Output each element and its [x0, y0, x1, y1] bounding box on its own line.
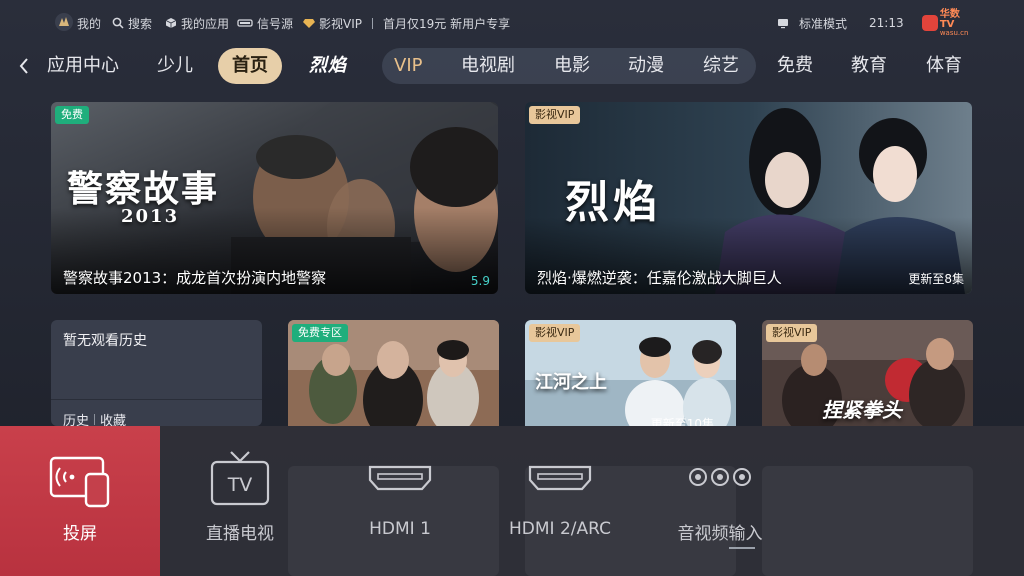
nav-item-sports[interactable]: 体育 — [926, 48, 962, 84]
police-story-year-art: 2013 — [121, 206, 180, 227]
nav-item-app-center[interactable]: 应用中心 — [47, 48, 119, 84]
user-avatar-icon[interactable] — [54, 12, 74, 32]
free-zone-badge: 免费专区 — [292, 324, 348, 342]
source-label: HDMI 1 — [369, 519, 431, 539]
vip-diamond-icon — [303, 19, 315, 28]
lieyan-title-art: 烈焰 — [565, 177, 661, 228]
nav-item-tv-series[interactable]: 电视剧 — [461, 48, 515, 84]
brand-logo: 华数TV wasu.cn — [922, 9, 974, 36]
cube-icon — [165, 18, 177, 28]
source-av-input[interactable]: 音视频输入 — [640, 426, 800, 576]
source-label: 音视频输入 — [677, 524, 763, 544]
nav-item-kids[interactable]: 少儿 — [157, 48, 193, 84]
vip-badge: 影视VIP — [529, 324, 581, 342]
clock: 21:13 — [869, 16, 904, 30]
free-badge: 免费 — [55, 106, 89, 124]
scroll-indicator — [729, 547, 755, 549]
nav-item-lieyan[interactable]: 烈焰 — [309, 48, 347, 84]
featured-card-police-story[interactable]: 警察故事 2013 免费 警察故事2013：成龙首次扮演内地警察 5.9 — [51, 102, 498, 294]
card-caption: 警察故事2013：成龙首次扮演内地警察 — [63, 269, 327, 287]
picture-mode-link[interactable]: 标准模式 — [777, 14, 847, 32]
display-mode-icon — [778, 19, 788, 29]
police-story-title-art: 警察故事 — [67, 168, 220, 210]
signal-source-link[interactable]: 信号源 — [237, 14, 293, 32]
source-label: 直播电视 — [206, 524, 274, 544]
divider — [372, 17, 373, 29]
input-source-icon — [237, 19, 253, 27]
vip-badge: 影视VIP — [529, 106, 581, 124]
profile-link[interactable]: 我的 — [77, 14, 101, 32]
featured-card-lieyan[interactable]: 烈焰 影视VIP 烈焰·爆燃逆袭：任嘉伦激战大脚巨人 更新至8集 — [525, 102, 972, 294]
tv-icon: TV — [210, 451, 270, 506]
nav-item-movies[interactable]: 电影 — [554, 48, 590, 84]
episode-update: 更新至10集 — [650, 417, 714, 426]
source-label: HDMI 2/ARC — [509, 519, 611, 539]
divider — [51, 399, 262, 400]
history-empty-text: 暂无观看历史 — [63, 333, 147, 349]
nav-item-home[interactable]: 首页 — [218, 48, 282, 84]
nav-item-vip[interactable]: VIP — [394, 48, 422, 84]
wasu-logo-icon — [922, 15, 938, 31]
hdmi-port-icon — [368, 465, 432, 491]
nav-item-variety[interactable]: 综艺 — [703, 48, 739, 84]
watch-history-card[interactable]: 暂无观看历史 历史 收藏 — [51, 320, 262, 429]
source-hdmi-1[interactable]: HDMI 1 — [320, 426, 480, 576]
card-caption: 烈焰·爆燃逆袭：任嘉伦激战大脚巨人 — [537, 269, 782, 287]
svg-text:TV: TV — [227, 474, 253, 496]
chevron-left-icon[interactable] — [16, 56, 32, 76]
vip-badge: 影视VIP — [766, 324, 818, 342]
input-source-panel: 投屏 TV 直播电视 HDMI 1 HDMI 2/ARC 音视频输入 — [0, 426, 1024, 576]
nav-item-free[interactable]: 免费 — [777, 48, 813, 84]
nav-item-education[interactable]: 教育 — [851, 48, 887, 84]
jianghe-title-art: 江河之上 — [535, 372, 607, 393]
content-card-jianghe[interactable]: 江河之上 影视VIP 更新至10集 — [525, 320, 736, 426]
content-card-free-zone[interactable]: 免费专区 — [288, 320, 499, 426]
content-card-boxing[interactable]: 捏紧拳头 影视VIP — [762, 320, 973, 426]
episode-update: 更新至8集 — [908, 272, 964, 286]
nav-item-anime[interactable]: 动漫 — [628, 48, 664, 84]
source-live-tv[interactable]: TV 直播电视 — [160, 426, 320, 576]
my-apps-link[interactable]: 我的应用 — [165, 14, 229, 32]
source-label: 投屏 — [63, 524, 97, 544]
search-link[interactable]: 搜索 — [112, 14, 152, 32]
screen-cast-icon — [49, 456, 110, 508]
category-nav: 应用中心 少儿 首页 烈焰 VIP 电视剧 电影 动漫 综艺 免费 教育 体育 — [0, 48, 1024, 84]
rating-score: 5.9 — [470, 274, 490, 288]
status-bar: 我的 搜索 我的应用 信号源 影视VIP 首月仅19元 新用户专享 标准模式 2… — [0, 0, 1024, 44]
hdmi-port-icon — [528, 465, 592, 491]
av-input-icon — [689, 468, 751, 486]
source-hdmi-2-arc[interactable]: HDMI 2/ARC — [480, 426, 640, 576]
source-screen-cast[interactable]: 投屏 — [0, 426, 160, 576]
search-icon — [112, 17, 124, 29]
divider — [94, 414, 96, 425]
vip-promo-link[interactable]: 影视VIP 首月仅19元 新用户专享 — [303, 14, 510, 32]
boxing-title-art: 捏紧拳头 — [822, 398, 902, 422]
